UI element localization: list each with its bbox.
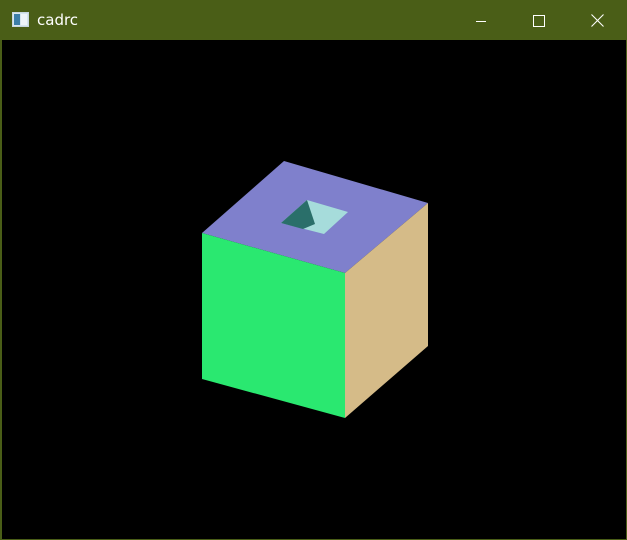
title-bar[interactable]: cadrc bbox=[1, 1, 626, 40]
window-app-icon[interactable] bbox=[12, 12, 29, 27]
cube-scene bbox=[202, 161, 428, 418]
maximize-icon bbox=[533, 14, 545, 27]
maximize-button[interactable] bbox=[510, 1, 568, 40]
minimize-icon bbox=[476, 20, 486, 22]
close-icon bbox=[590, 14, 604, 27]
minimize-button[interactable] bbox=[452, 1, 510, 40]
window-title: cadrc bbox=[37, 11, 79, 29]
render-viewport[interactable] bbox=[2, 40, 626, 539]
close-button[interactable] bbox=[568, 1, 626, 40]
app-window: cadrc bbox=[0, 0, 627, 540]
